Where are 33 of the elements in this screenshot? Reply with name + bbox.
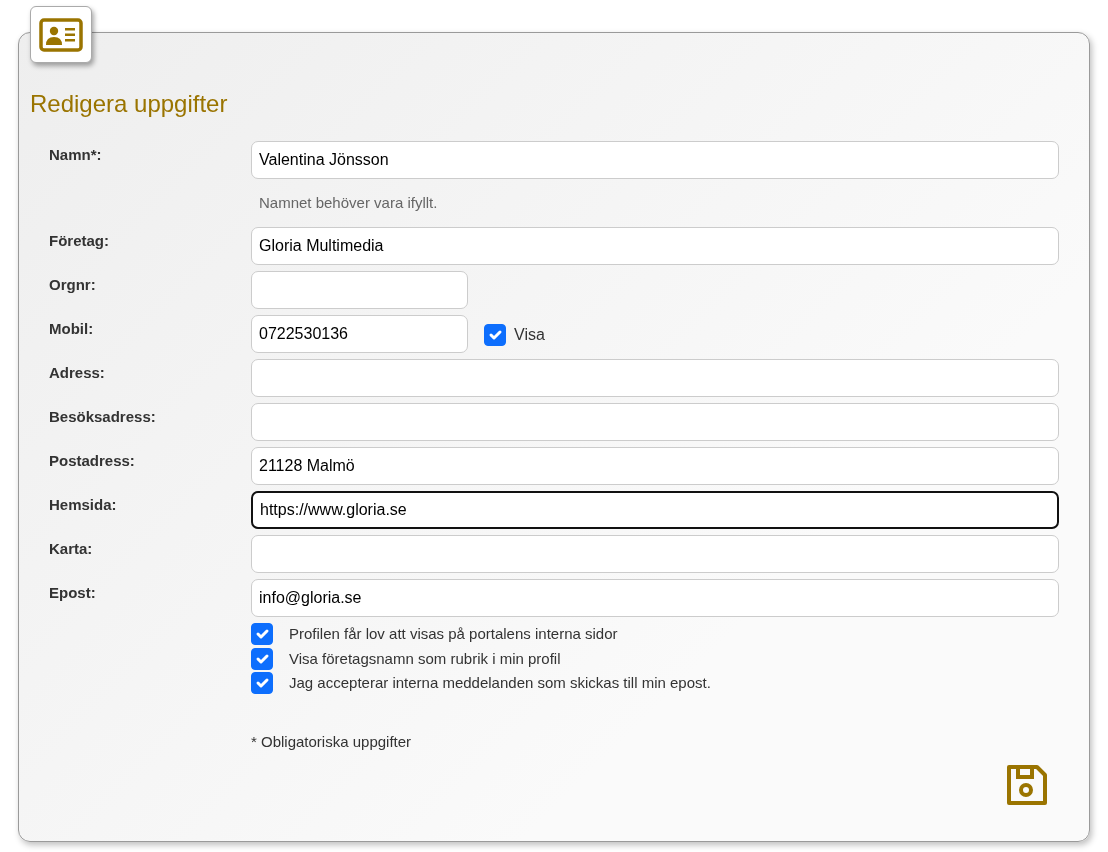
- checkbox-label: Profilen får lov att visas på portalens interna sidor: [289, 624, 618, 644]
- input-field[interactable]: [251, 359, 1059, 397]
- checkbox[interactable]: [251, 647, 273, 670]
- checkbox-label: Jag accepterar interna meddelanden som skickas till min epost.: [289, 673, 711, 693]
- checkbox-label: Visa företagsnamn som rubrik i min profil: [289, 648, 561, 669]
- validation-hint: Namnet behöver vara ifyllt.: [259, 193, 439, 213]
- checkbox[interactable]: [251, 623, 273, 646]
- checkbox[interactable]: [251, 672, 273, 695]
- contact-card-icon: [30, 6, 92, 63]
- save-icon[interactable]: [1005, 763, 1049, 807]
- field-label: Orgnr:: [49, 275, 97, 295]
- input-field[interactable]: Gloria Multimedia: [251, 227, 1059, 265]
- field-label: Mobil:: [49, 319, 95, 339]
- field-label: Företag:: [49, 231, 110, 251]
- input-field[interactable]: https://www.gloria.se: [251, 491, 1059, 529]
- field-label: Epost:: [49, 583, 97, 603]
- input-field[interactable]: Valentina Jönsson: [251, 141, 1059, 179]
- input-field[interactable]: [251, 535, 1059, 573]
- field-label: Hemsida:: [49, 495, 118, 515]
- input-field[interactable]: 0722530136: [251, 315, 468, 353]
- input-field[interactable]: [251, 403, 1059, 441]
- field-label: Karta:: [49, 539, 94, 559]
- field-label: Namn*:: [49, 145, 103, 165]
- form-title: Redigera uppgifter: [30, 89, 229, 119]
- checkbox-label: Visa: [514, 325, 545, 345]
- required-note: * Obligatoriska uppgifter: [251, 731, 413, 752]
- input-field[interactable]: info@gloria.se: [251, 579, 1059, 617]
- field-label: Postadress:: [49, 451, 136, 471]
- field-label: Adress:: [49, 363, 106, 383]
- field-label: Besöksadress:: [49, 407, 157, 427]
- input-field[interactable]: 21128 Malmö: [251, 447, 1059, 485]
- input-field[interactable]: [251, 271, 468, 309]
- checkbox[interactable]: [484, 324, 506, 346]
